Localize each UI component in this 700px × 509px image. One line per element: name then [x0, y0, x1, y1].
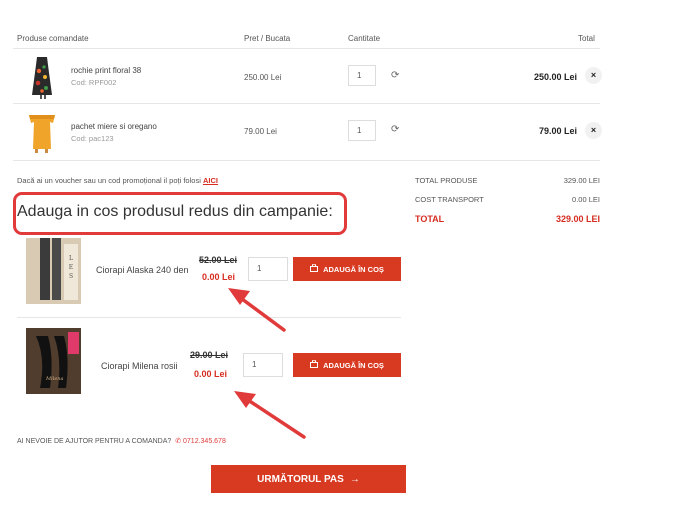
help-text: AI NEVOIE DE AJUTOR PENTRU A COMANDA? ✆ … — [17, 437, 226, 445]
annotation-arrows — [228, 288, 306, 439]
next-step-button[interactable]: URMĂTORUL PAS → — [211, 465, 406, 493]
next-step-label: URMĂTORUL PAS — [257, 473, 344, 485]
help-phone-link[interactable]: 0712.345.678 — [183, 438, 226, 445]
phone-icon: ✆ — [173, 438, 182, 445]
arrow-right-icon: → — [349, 473, 360, 485]
help-label: AI NEVOIE DE AJUTOR PENTRU A COMANDA? — [17, 438, 172, 445]
annotation-arrow-2-icon — [234, 391, 306, 439]
annotation-arrow-1-icon — [228, 288, 286, 332]
